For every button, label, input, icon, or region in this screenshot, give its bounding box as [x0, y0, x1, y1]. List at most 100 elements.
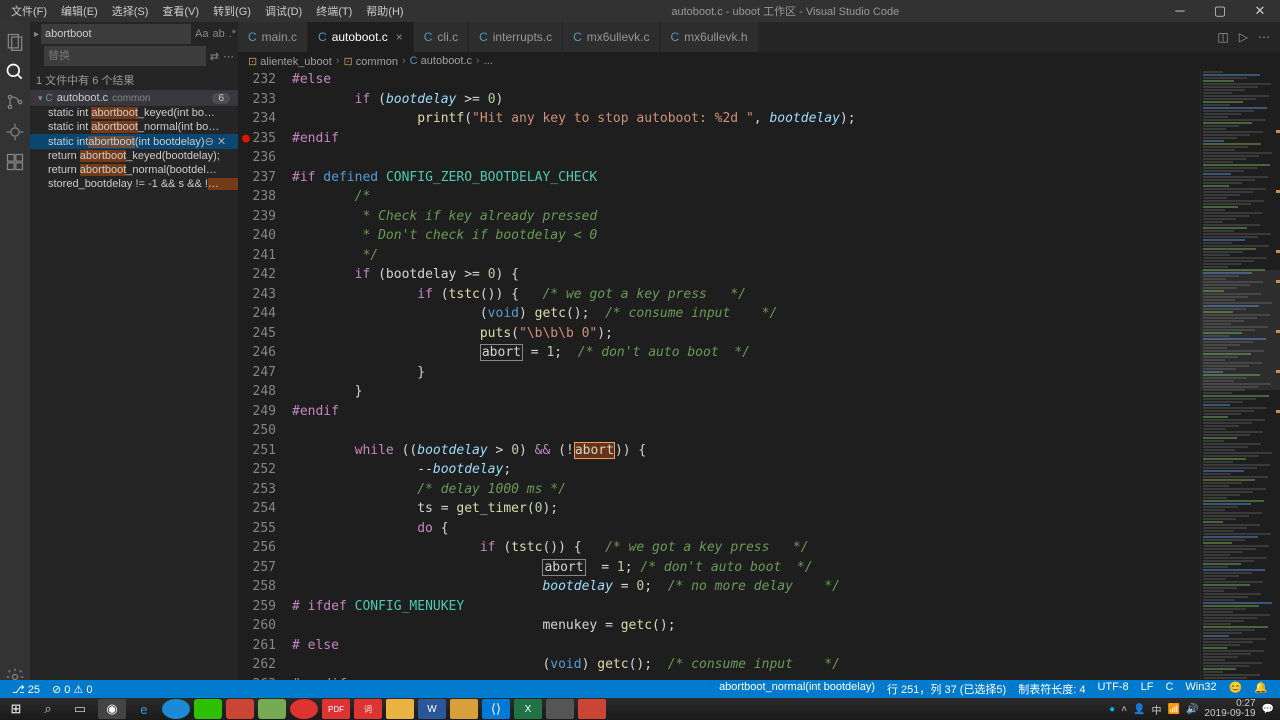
search-result-line[interactable]: stored_bootdelay != -1 && s && !abortboo…: [30, 177, 238, 191]
statusbar-item[interactable]: abortboot_normal(int bootdelay): [713, 681, 881, 697]
taskbar-search-icon[interactable]: ⌕: [34, 699, 62, 719]
expand-chevron-icon[interactable]: ▸: [34, 29, 39, 40]
app-calc[interactable]: [546, 699, 574, 719]
activity-bar: [0, 22, 30, 698]
tray-network-icon[interactable]: 📶: [1167, 704, 1179, 715]
menu-item[interactable]: 帮助(H): [359, 1, 410, 21]
statusbar: ⎇ 25 ⊘ 0 ⚠ 0 abortboot_normal(int bootde…: [0, 680, 1280, 698]
breadcrumb[interactable]: ⊡ alientek_uboot›⊡ common›C autoboot.c›.…: [238, 52, 1280, 70]
app-rec[interactable]: [578, 699, 606, 719]
menu-item[interactable]: 终端(T): [309, 1, 359, 21]
more-actions-icon[interactable]: ⋯: [1258, 30, 1270, 44]
breadcrumb-item[interactable]: C autoboot.c: [410, 55, 472, 67]
app-edge[interactable]: e: [130, 699, 158, 719]
statusbar-item[interactable]: Win32: [1179, 681, 1222, 697]
result-file-header[interactable]: ▾ C autoboot.c common 6: [30, 90, 238, 106]
app-wechat[interactable]: [194, 699, 222, 719]
statusbar-item[interactable]: 制表符长度: 4: [1012, 681, 1091, 697]
editor-area: Cmain.cCautoboot.c×Ccli.cCinterrupts.cCm…: [238, 22, 1280, 698]
minimap-viewport[interactable]: [1201, 270, 1280, 390]
breadcrumb-item[interactable]: ...: [484, 55, 493, 67]
menubar: 文件(F)编辑(E)选择(S)查看(V)转到(G)调试(D)终端(T)帮助(H): [0, 1, 411, 21]
statusbar-item[interactable]: 😊: [1223, 681, 1249, 697]
menu-item[interactable]: 转到(G): [206, 1, 258, 21]
source-control-icon[interactable]: [0, 87, 30, 117]
explorer-icon[interactable]: [0, 27, 30, 57]
close-tab-icon[interactable]: ×: [396, 30, 403, 44]
more-icon[interactable]: ⋯: [223, 50, 234, 63]
editor-tab[interactable]: Cmain.c: [238, 22, 308, 52]
menu-item[interactable]: 选择(S): [105, 1, 156, 21]
sb-problems[interactable]: ⊘ 0 ⚠ 0: [46, 683, 98, 696]
notification-icon[interactable]: 💬: [1262, 704, 1274, 715]
code-content[interactable]: #else if (bootdelay >= 0) printf("Hit an…: [292, 70, 1200, 698]
app-excel[interactable]: X: [514, 699, 542, 719]
maximize-button[interactable]: ▢: [1200, 3, 1240, 19]
replace-input[interactable]: [44, 46, 206, 66]
search-result-line[interactable]: static int abortboot(int bootdelay)⊖ ✕: [30, 134, 238, 149]
menu-item[interactable]: 编辑(E): [54, 1, 105, 21]
app-dict[interactable]: 词: [354, 699, 382, 719]
app-vscode[interactable]: ⟨⟩: [482, 699, 510, 719]
search-result-line[interactable]: static int abortboot_keyed(int bootdelay…: [30, 106, 238, 120]
app-red[interactable]: [226, 699, 254, 719]
tray-date[interactable]: 2019-09-19: [1204, 709, 1255, 719]
app-explorer[interactable]: [386, 699, 414, 719]
start-button[interactable]: ⊞: [2, 699, 30, 719]
result-dismiss-icon[interactable]: ⊖ ✕: [205, 135, 227, 148]
close-button[interactable]: ✕: [1240, 3, 1280, 19]
app-camera[interactable]: ◉: [98, 699, 126, 719]
editor-tab[interactable]: Ccli.c: [414, 22, 469, 52]
tray-skype-icon[interactable]: ●: [1109, 704, 1115, 715]
app-note[interactable]: [450, 699, 478, 719]
editor-tab[interactable]: Cinterrupts.c: [469, 22, 563, 52]
tray-people-icon[interactable]: 👤: [1133, 704, 1145, 715]
minimize-button[interactable]: ─: [1160, 3, 1200, 19]
minimap[interactable]: [1200, 70, 1280, 698]
tab-label: mx6ullevk.h: [684, 30, 747, 44]
sb-branch[interactable]: ⎇ 25: [6, 683, 46, 696]
editor-tab[interactable]: Cmx6ullevk.c: [563, 22, 660, 52]
statusbar-item[interactable]: LF: [1135, 681, 1160, 697]
result-filename: autoboot.c: [57, 92, 108, 104]
menu-item[interactable]: 查看(V): [155, 1, 206, 21]
statusbar-item[interactable]: C: [1159, 681, 1179, 697]
editor-tab[interactable]: Cautoboot.c×: [308, 22, 414, 52]
statusbar-item[interactable]: 行 251，列 37 (已选择5): [881, 681, 1012, 697]
c-file-icon: C: [248, 30, 257, 44]
breadcrumb-item[interactable]: ⊡ alientek_uboot: [248, 55, 332, 68]
replace-all-icon[interactable]: ⇄: [210, 50, 219, 63]
extensions-icon[interactable]: [0, 147, 30, 177]
search-result-line[interactable]: static int abortboot_normal(int bootdela…: [30, 120, 238, 134]
app-icon[interactable]: [258, 699, 286, 719]
search-icon[interactable]: [0, 57, 30, 87]
app-todesk[interactable]: [290, 699, 318, 719]
task-view-icon[interactable]: ▭: [66, 699, 94, 719]
statusbar-item[interactable]: 🔔: [1248, 681, 1274, 697]
search-result-line[interactable]: return abortboot_normal(bootdelay);: [30, 163, 238, 177]
search-input[interactable]: [41, 24, 191, 44]
search-summary: 1 文件中有 6 个结果: [30, 70, 238, 90]
tray-volume-icon[interactable]: 🔊: [1186, 704, 1198, 715]
statusbar-item[interactable]: UTF-8: [1091, 681, 1134, 697]
whole-word-icon[interactable]: ab: [213, 28, 225, 41]
debug-icon[interactable]: [0, 117, 30, 147]
regex-icon[interactable]: .*: [229, 28, 236, 41]
windows-taskbar: ⊞ ⌕ ▭ ◉ e PDF 词 W ⟨⟩ X ● ˄ 👤 中 📶 🔊 0:27 …: [0, 698, 1280, 720]
menu-item[interactable]: 文件(F): [4, 1, 54, 21]
search-result-line[interactable]: return abortboot_keyed(bootdelay);: [30, 149, 238, 163]
tray-up-icon[interactable]: ˄: [1121, 704, 1127, 715]
match-case-icon[interactable]: Aa: [195, 28, 208, 41]
c-file-icon: C: [479, 30, 488, 44]
menu-item[interactable]: 调试(D): [258, 1, 309, 21]
c-file-icon: C: [424, 30, 433, 44]
run-icon[interactable]: ▷: [1239, 30, 1248, 44]
breadcrumb-item[interactable]: ⊡ common: [344, 55, 398, 68]
system-tray[interactable]: ● ˄ 👤 中 📶 🔊 0:27 2019-09-19 💬: [1109, 699, 1280, 719]
app-pdf[interactable]: PDF: [322, 699, 350, 719]
editor-tab[interactable]: Cmx6ullevk.h: [660, 22, 758, 52]
app-word[interactable]: W: [418, 699, 446, 719]
app-browser[interactable]: [162, 699, 190, 719]
split-editor-icon[interactable]: ◫: [1217, 30, 1228, 44]
tray-ime-icon[interactable]: 中: [1151, 702, 1161, 717]
